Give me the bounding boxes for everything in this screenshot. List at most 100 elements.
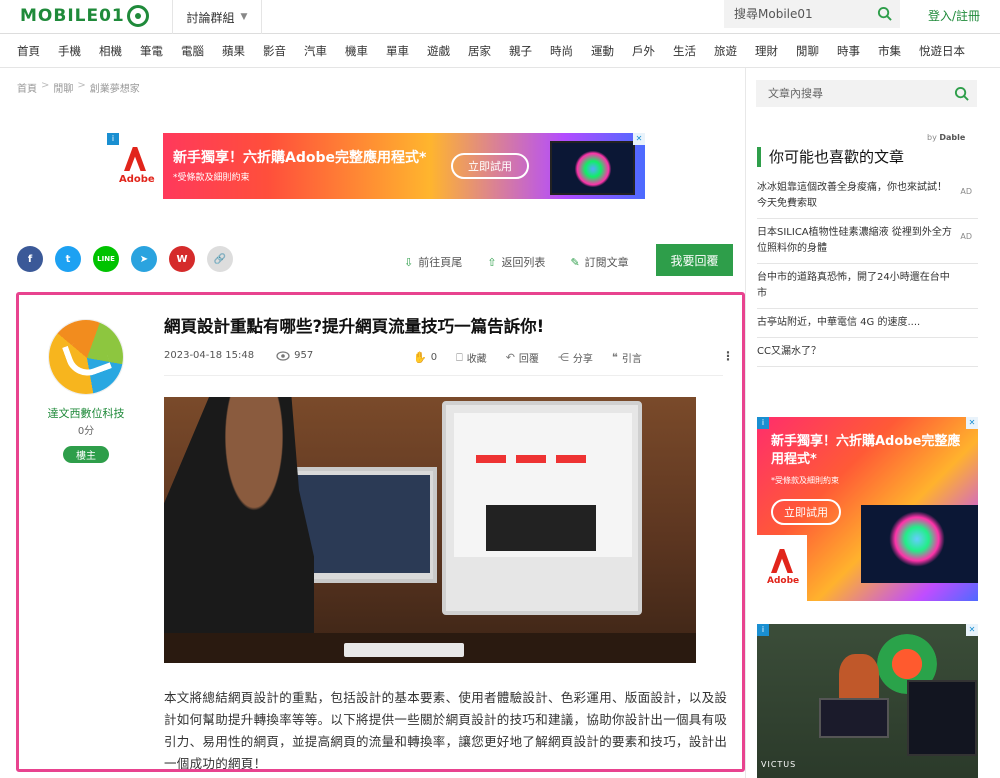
- ad-headline: 新手獨享！六折購Adobe完整應用程式*: [173, 150, 427, 166]
- go-to-bottom-button[interactable]: ⇩ 前往頁尾: [404, 254, 462, 270]
- line-share-icon[interactable]: LINE: [93, 246, 119, 272]
- search-icon[interactable]: [877, 6, 892, 21]
- arrow-down-icon: ⇩: [404, 255, 414, 269]
- nav-item[interactable]: 筆電: [140, 43, 163, 59]
- recommendation-item[interactable]: 日本SILICA植物性硅素濃縮液 從裡到外全方位照料你的身體 AD: [757, 219, 978, 264]
- quote-button[interactable]: ❝ 引言: [612, 350, 642, 365]
- nav-item[interactable]: 理財: [755, 43, 778, 59]
- recommendation-text: 日本SILICA植物性硅素濃縮液 從裡到外全方位照料你的身體: [757, 227, 952, 254]
- search-icon[interactable]: [954, 86, 969, 101]
- site-logo[interactable]: MOBILE01: [20, 4, 149, 28]
- ad-close-icon[interactable]: ✕: [633, 133, 645, 145]
- more-options-icon[interactable]: ⋮: [722, 349, 734, 363]
- sidebar-ad-cta-button[interactable]: 立即試用: [771, 499, 841, 525]
- nav-item[interactable]: 影音: [263, 43, 286, 59]
- back-to-list-button[interactable]: ⇧ 返回列表: [487, 254, 545, 270]
- ad2-laptop-image: [819, 698, 889, 738]
- nav-item[interactable]: 悅遊日本: [919, 43, 965, 59]
- nav-item[interactable]: 首頁: [17, 43, 40, 59]
- telegram-share-icon[interactable]: ➤: [131, 246, 157, 272]
- breadcrumb-separator: >: [41, 80, 50, 91]
- nav-item[interactable]: 單車: [386, 43, 409, 59]
- share-label: 分享: [572, 354, 593, 365]
- sidebar-ad-adobe[interactable]: 新手獨享！六折購Adobe完整應用程式* *受條款及細則約束 立即試用 Adob…: [757, 417, 978, 601]
- nav-item[interactable]: 時事: [837, 43, 860, 59]
- sidebar-adobe-brand-text: Adobe: [767, 576, 800, 586]
- nav-item[interactable]: 戶外: [632, 43, 655, 59]
- top-ad-banner[interactable]: Adobe 新手獨享！六折購Adobe完整應用程式* *受條款及細則約束 立即試…: [107, 133, 645, 199]
- nav-item[interactable]: 生活: [673, 43, 696, 59]
- clap-icon: ✋: [413, 351, 427, 364]
- adobe-brand-text: Adobe: [119, 174, 155, 185]
- nav-item[interactable]: 時尚: [550, 43, 573, 59]
- nav-item[interactable]: 蘋果: [222, 43, 245, 59]
- recommendation-text: 古亭站附近，中華電信 4G 的速度....: [757, 317, 921, 328]
- ad-info-icon[interactable]: i: [757, 624, 769, 636]
- author-name[interactable]: 達文西數位科技: [19, 405, 153, 421]
- sidebar-ad-headline: 新手獨享！六折購Adobe完整應用程式*: [771, 434, 961, 467]
- ad2-person-image: [839, 654, 879, 704]
- breadcrumb-separator: >: [77, 80, 86, 91]
- view-count-value: 957: [294, 350, 314, 361]
- ad2-brand-text: VICTUS: [761, 760, 797, 769]
- post-body: 本文將總結網頁設計的重點，包括設計的基本要素、使用者體驗設計、色彩運用、版面設計…: [164, 690, 728, 771]
- breadcrumb-home[interactable]: 首頁: [17, 80, 37, 95]
- nav-item[interactable]: 運動: [591, 43, 614, 59]
- nav-item[interactable]: 市集: [878, 43, 901, 59]
- post-card: 達文西數位科技 0分 樓主 網頁設計重點有哪些?提升網頁流量技巧一篇告訴你! 2…: [16, 292, 745, 772]
- ad-close-icon[interactable]: ✕: [966, 624, 978, 636]
- nav-item[interactable]: 旅遊: [714, 43, 737, 59]
- recommendation-item[interactable]: 台中市的道路真恐怖，開了24小時還在台中市: [757, 264, 978, 309]
- recommendation-item[interactable]: 冰冰姐靠這個改善全身痠痛，你也來試試！今天免費索取 AD: [757, 174, 978, 219]
- nav-item[interactable]: 閒聊: [796, 43, 819, 59]
- social-share-bar: f t LINE ➤ W 🔗: [17, 246, 233, 272]
- author-avatar[interactable]: [48, 319, 124, 395]
- copy-link-icon[interactable]: 🔗: [207, 246, 233, 272]
- like-button[interactable]: ✋ 0: [413, 350, 437, 365]
- nav-item[interactable]: 電腦: [181, 43, 204, 59]
- recommendations-title: 你可能也喜歡的文章: [757, 147, 904, 167]
- breadcrumb-chat[interactable]: 閒聊: [53, 80, 73, 95]
- main-nav: 首頁 手機 相機 筆電 電腦 蘋果 影音 汽車 機車 單車 遊戲 居家 親子 時尚 運動 戶外 生活 旅遊 理財 閒聊…: [0, 34, 1000, 68]
- subscribe-label: 訂閱文章: [584, 256, 629, 269]
- twitter-share-icon[interactable]: t: [55, 246, 81, 272]
- ad-label: AD: [960, 187, 972, 196]
- post-title: 網頁設計重點有哪些?提升網頁流量技巧一篇告訴你!: [164, 317, 545, 336]
- nav-item[interactable]: 相機: [99, 43, 122, 59]
- nav-item[interactable]: 手機: [58, 43, 81, 59]
- op-badge: 樓主: [63, 446, 109, 463]
- recommendation-item[interactable]: CC又漏水了？: [757, 338, 978, 367]
- nav-item[interactable]: 居家: [468, 43, 491, 59]
- like-count: 0: [430, 352, 438, 363]
- nav-item[interactable]: 機車: [345, 43, 368, 59]
- ad-close-icon[interactable]: ✕: [966, 417, 978, 429]
- collect-button[interactable]: ⎕ 收藏: [456, 350, 487, 366]
- reply-button[interactable]: 我要回覆: [656, 244, 733, 276]
- forum-groups-menu[interactable]: 討論群組 ▼: [172, 0, 262, 34]
- post-reply-button[interactable]: ↶ 回覆: [506, 350, 539, 365]
- adobe-mark-icon: [124, 147, 146, 171]
- quote-label: 引言: [621, 354, 642, 365]
- subscribe-icon: ✎: [570, 255, 580, 269]
- ad-cta-button[interactable]: 立即試用: [451, 153, 529, 179]
- breadcrumb-startup[interactable]: 創業夢想家: [90, 80, 140, 95]
- facebook-share-icon[interactable]: f: [17, 246, 43, 272]
- subscribe-button[interactable]: ✎ 訂閱文章: [570, 254, 628, 270]
- sidebar-ad-laptop[interactable]: VICTUS i ✕: [757, 624, 978, 778]
- ad-info-icon[interactable]: i: [757, 417, 769, 429]
- login-register-link[interactable]: 登入/註冊: [928, 7, 980, 24]
- meta-divider: [164, 375, 723, 376]
- post-photo[interactable]: [164, 397, 696, 663]
- site-search-input[interactable]: [734, 7, 874, 21]
- bookmark-icon: ⎕: [456, 350, 463, 364]
- weibo-share-icon[interactable]: W: [169, 246, 195, 272]
- share-button[interactable]: ⋲ 分享: [558, 350, 593, 365]
- recommendation-item[interactable]: 古亭站附近，中華電信 4G 的速度....: [757, 309, 978, 338]
- in-article-search-input[interactable]: [768, 87, 938, 100]
- ad-info-icon[interactable]: i: [107, 133, 119, 145]
- sidebar-ad-subtext: *受條款及細則約束: [771, 476, 839, 485]
- nav-item[interactable]: 親子: [509, 43, 532, 59]
- nav-item[interactable]: 遊戲: [427, 43, 450, 59]
- nav-item[interactable]: 汽車: [304, 43, 327, 59]
- dable-brand: Dable: [939, 133, 966, 142]
